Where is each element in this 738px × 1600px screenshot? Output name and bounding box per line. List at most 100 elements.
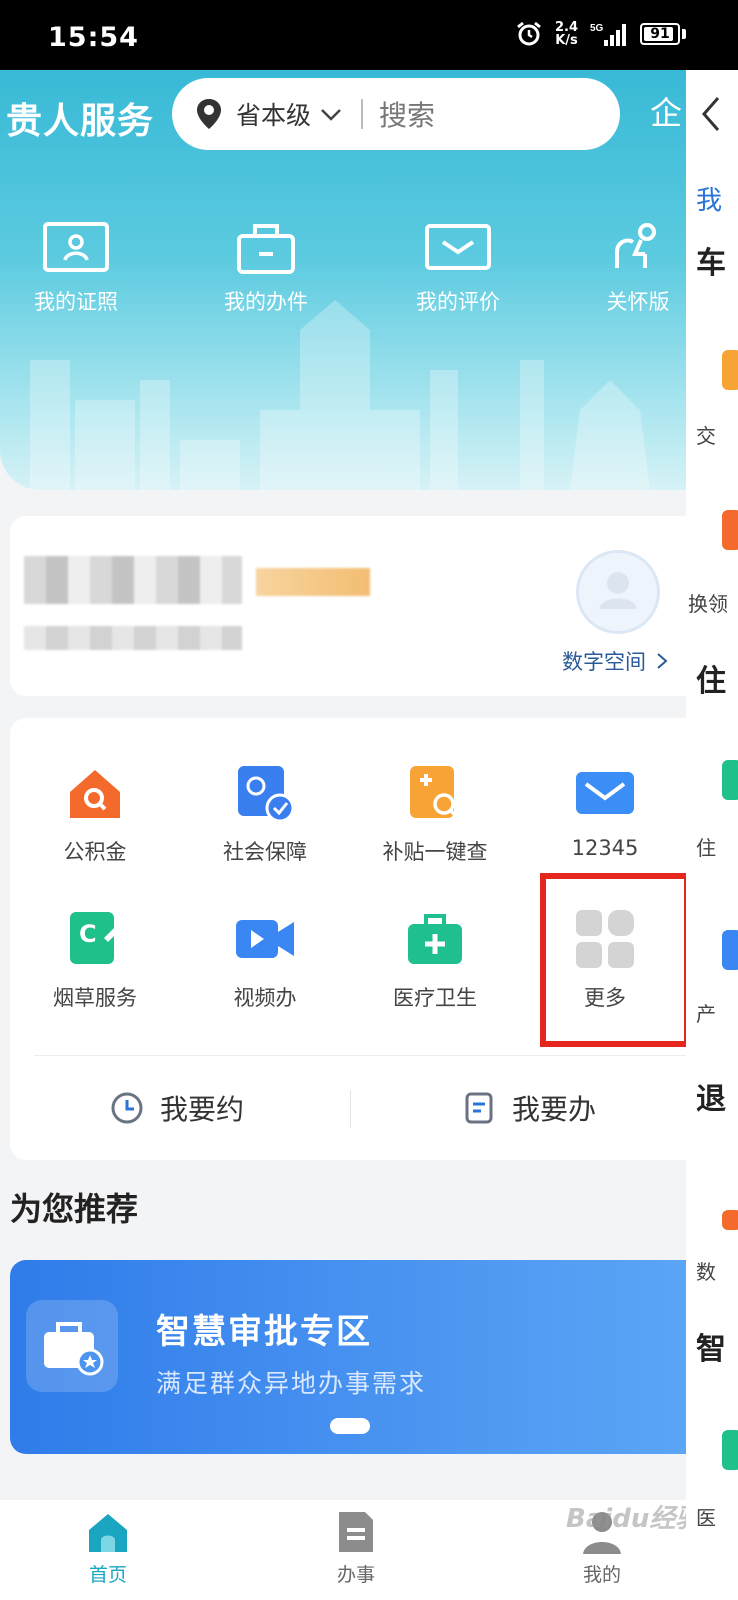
- corner-glyph: 企: [650, 94, 682, 132]
- service-12345[interactable]: 12345: [530, 762, 680, 860]
- banner-title: 智慧审批专区: [156, 1312, 372, 1352]
- appointment-button[interactable]: 我要约: [110, 1088, 244, 1128]
- nav-home[interactable]: 首页: [48, 1508, 168, 1587]
- svg-text:5G: 5G: [590, 23, 604, 34]
- search-input[interactable]: 搜索: [379, 94, 435, 134]
- quick-my-cases[interactable]: 我的办件: [190, 218, 342, 316]
- quick-label: 关怀版: [606, 290, 670, 314]
- service-label: 12345: [571, 836, 639, 860]
- service-label: 视频办: [233, 986, 297, 1010]
- battery-level: 91: [650, 26, 670, 42]
- svg-text:C: C: [79, 920, 97, 948]
- carousel-indicator[interactable]: [330, 1418, 370, 1434]
- hotline-mail-icon: [576, 772, 634, 814]
- city-skyline-illustration: [30, 300, 650, 490]
- user-avatar-icon: [599, 572, 637, 609]
- battery-icon: 91: [640, 23, 680, 45]
- side-icon: [722, 760, 738, 800]
- side-icon: [722, 510, 738, 550]
- quick-care-mode[interactable]: 关怀版: [562, 218, 686, 316]
- search-divider: [361, 99, 364, 129]
- status-time: 15:54: [48, 22, 139, 53]
- action-divider: [350, 1090, 351, 1128]
- service-social-security[interactable]: 社会保障: [190, 762, 340, 866]
- side-icon: [722, 1210, 738, 1230]
- status-bar: 15:54 2.4 K/s 5G 91: [0, 0, 738, 70]
- smart-approval-banner[interactable]: 智慧审批专区 满足群众异地办事需求: [10, 1260, 686, 1454]
- profile-card[interactable]: 数字空间: [10, 516, 686, 696]
- redacted-id: [24, 626, 242, 650]
- handle-label: 我要办: [512, 1093, 597, 1126]
- status-icons: 2.4 K/s 5G 91: [515, 20, 686, 48]
- nav-services[interactable]: 办事: [296, 1508, 416, 1587]
- region-selector[interactable]: 省本级: [236, 96, 311, 132]
- redacted-badge: [256, 568, 370, 596]
- banner-subtitle: 满足群众异地办事需求: [156, 1369, 427, 1398]
- alarm-icon: [517, 21, 541, 46]
- side-icon: [722, 350, 738, 390]
- enterprise-icon[interactable]: 企: [650, 90, 686, 140]
- house-fund-icon: [70, 770, 120, 818]
- briefcase-icon: [237, 224, 295, 274]
- net-speed: 2.4 K/s: [555, 21, 578, 47]
- avatar[interactable]: [576, 550, 660, 634]
- subsidy-search-icon: [410, 766, 460, 820]
- services-card: 公积金 社会保障 补贴一键查 12345 C 烟草服务 视频办 医疗卫生 更多 …: [10, 718, 686, 1160]
- hero-banner: 贵人服务 省本级 搜索 企 我的证照 我的办件 我的评价 关怀版: [0, 70, 686, 490]
- service-label: 烟草服务: [53, 986, 137, 1010]
- battery-tip: [682, 29, 686, 39]
- home-icon: [89, 1514, 127, 1552]
- digital-space-label: 数字空间: [562, 650, 646, 674]
- banner-icon-box: [26, 1300, 118, 1392]
- service-subsidy-search[interactable]: 补贴一键查: [360, 762, 510, 866]
- mail-icon: [425, 224, 491, 270]
- side-panel-peek: 我 车 交 换领 住 住 产 退 数 智 医: [686, 70, 738, 1600]
- service-label: 公积金: [63, 840, 127, 864]
- more-highlight-box: [540, 873, 686, 1047]
- back-arrow-icon[interactable]: [700, 96, 722, 132]
- side-icon: [722, 1430, 738, 1470]
- recommend-title: 为您推荐: [10, 1190, 139, 1228]
- side-item: 产: [696, 1002, 716, 1026]
- briefcase-star-icon: [44, 1322, 104, 1376]
- id-card-icon: [43, 222, 109, 272]
- quick-label: 我的证照: [34, 290, 118, 314]
- service-video[interactable]: 视频办: [190, 908, 340, 1012]
- chevron-down-icon[interactable]: [319, 105, 343, 123]
- document-icon: [339, 1512, 373, 1552]
- home-page: 贵人服务 省本级 搜索 企 我的证照 我的办件 我的评价 关怀版 数字空间 公积…: [0, 70, 686, 1500]
- social-security-icon: [238, 766, 295, 823]
- digital-space-link[interactable]: 数字空间: [562, 646, 668, 676]
- quick-label: 我的办件: [224, 290, 308, 314]
- service-label: 补贴一键查: [382, 840, 488, 864]
- tobacco-icon: C: [70, 912, 124, 964]
- services-divider: [34, 1055, 686, 1056]
- side-item: 医: [696, 1506, 716, 1530]
- service-label: 医疗卫生: [393, 986, 477, 1010]
- search-bar[interactable]: 省本级 搜索: [172, 78, 620, 150]
- quick-my-reviews[interactable]: 我的评价: [382, 218, 534, 316]
- service-medical[interactable]: 医疗卫生: [360, 908, 510, 1012]
- side-item: 退: [696, 1082, 726, 1117]
- nav-label: 我的: [582, 1564, 621, 1586]
- service-label: 社会保障: [223, 840, 307, 864]
- service-housing-fund[interactable]: 公积金: [20, 762, 170, 866]
- quick-my-certificates[interactable]: 我的证照: [0, 218, 152, 316]
- handle-button[interactable]: 我要办: [462, 1088, 596, 1128]
- quick-label: 我的评价: [416, 290, 500, 314]
- medical-kit-icon: [408, 914, 462, 964]
- app-title: 贵人服务: [6, 101, 155, 142]
- care-icon: [615, 223, 656, 268]
- location-pin-icon: [197, 99, 221, 129]
- nav-label: 办事: [336, 1564, 375, 1586]
- side-item: 车: [696, 246, 726, 281]
- side-item: 交: [696, 424, 716, 448]
- side-item: 住: [696, 836, 716, 860]
- side-item: 数: [696, 1260, 716, 1284]
- appointment-label: 我要约: [160, 1093, 245, 1126]
- service-tobacco[interactable]: C 烟草服务: [20, 908, 170, 1012]
- clock-icon: [111, 1092, 143, 1124]
- side-item: 住: [696, 664, 726, 699]
- side-item: 我: [696, 186, 723, 216]
- chevron-right-icon: [657, 653, 668, 669]
